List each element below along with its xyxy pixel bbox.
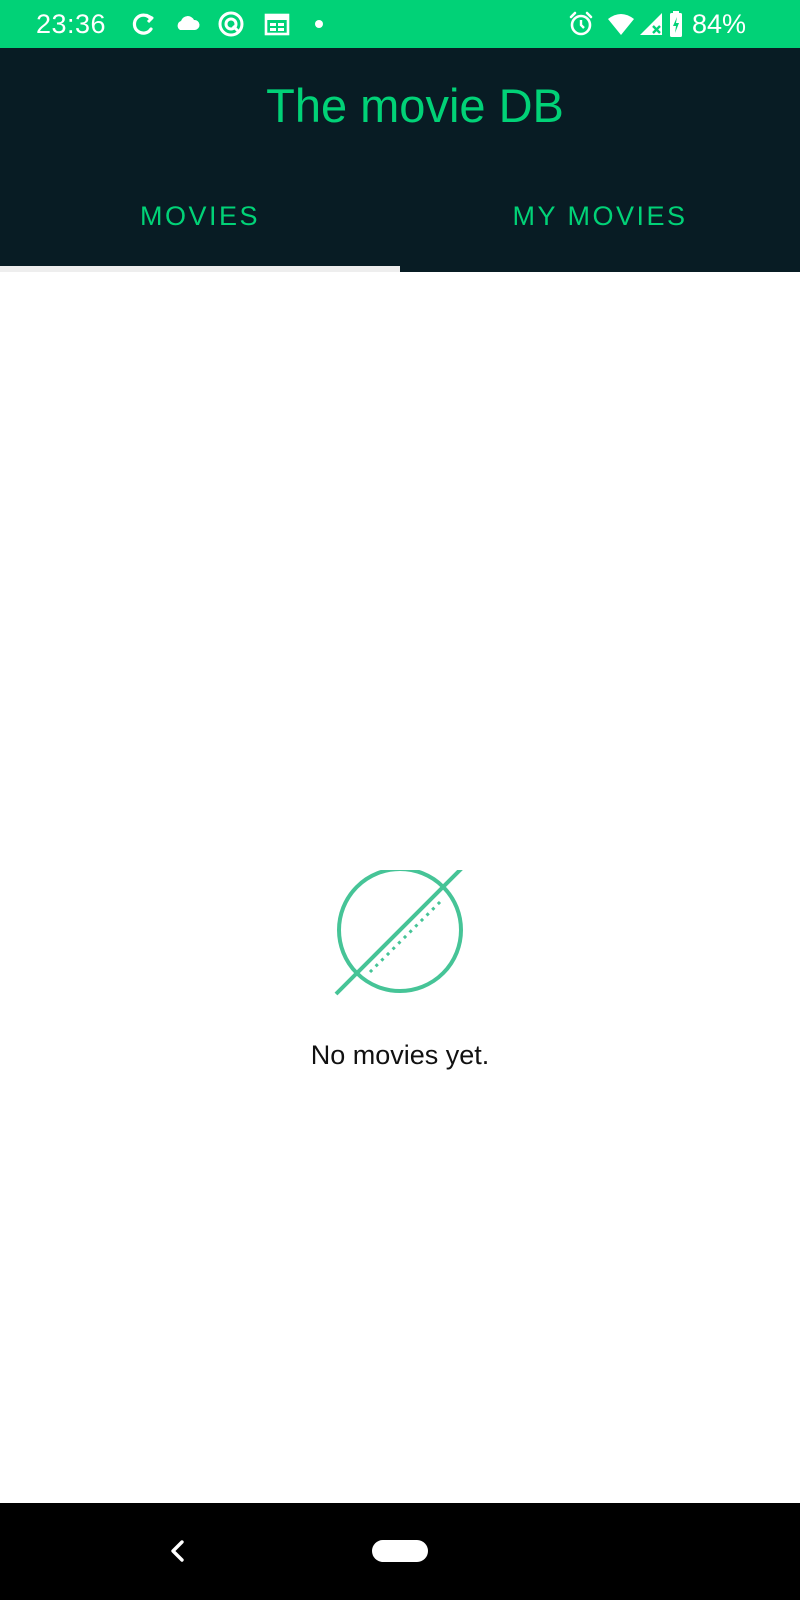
navigation-bar xyxy=(0,1503,800,1600)
dot-icon xyxy=(306,9,336,39)
back-arrow-icon xyxy=(171,1540,184,1562)
app-bar: The movie DB MOVIES MY MOVIES xyxy=(0,48,800,272)
tab-bar: MOVIES MY MOVIES xyxy=(0,168,800,272)
empty-message: No movies yet. xyxy=(310,1040,490,1070)
cloud-icon xyxy=(172,9,202,39)
signal-icon xyxy=(636,9,666,39)
wifi-icon xyxy=(606,9,636,39)
back-button[interactable] xyxy=(160,1533,194,1569)
app-notification-icon xyxy=(216,9,246,39)
battery-icon xyxy=(664,9,694,39)
alarm-icon xyxy=(566,9,596,39)
battery-percent: 84% xyxy=(692,9,747,39)
app-title: The movie DB xyxy=(266,79,564,132)
empty-state: No movies yet. xyxy=(0,870,800,1071)
calendar-icon xyxy=(262,9,292,39)
tab-movies[interactable]: MOVIES xyxy=(0,168,400,264)
screen: 23:36 84% The movie DB MOVIES MY MOVIES … xyxy=(0,0,800,1600)
status-time: 23:36 xyxy=(36,9,107,39)
home-button[interactable] xyxy=(372,1540,428,1562)
sync-icon xyxy=(128,9,158,39)
tab-my-movies[interactable]: MY MOVIES xyxy=(400,168,800,264)
status-bar: 23:36 84% xyxy=(0,0,800,48)
selected-tab-indicator xyxy=(0,266,400,272)
no-movies-icon xyxy=(334,870,463,996)
